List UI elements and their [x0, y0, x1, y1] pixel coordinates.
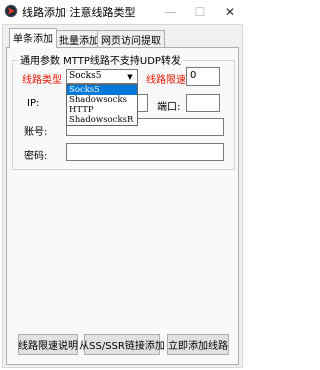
add-now-button[interactable]: 立即添加线路	[167, 334, 229, 355]
account-label: 账号:	[24, 127, 48, 138]
password-label: 密码:	[24, 151, 48, 162]
app-icon	[4, 4, 18, 18]
tab-batch-add[interactable]: 批量添加	[55, 30, 103, 47]
ip-label: IP:	[27, 98, 40, 109]
password-field[interactable]	[66, 143, 224, 161]
line-type-label: 线路类型	[22, 75, 62, 86]
maximize-icon[interactable]: ☐	[185, 0, 215, 24]
close-icon[interactable]: ✕	[215, 0, 245, 24]
line-type-value: Socks5	[69, 71, 102, 81]
limit-help-button[interactable]: 线路限速说明	[18, 334, 78, 355]
limit-label: 线路限速	[146, 75, 186, 86]
group-title: 通用参数 MTTP线路不支持UDP转发	[18, 52, 183, 67]
dropdown-option-socks5[interactable]: Socks5	[67, 85, 137, 95]
window-title: 线路添加 注意线路类型	[22, 6, 136, 19]
dropdown-option-http[interactable]: HTTP	[67, 105, 137, 115]
add-from-link-button[interactable]: 从SS/SSR链接添加	[79, 334, 165, 355]
minimize-icon[interactable]: —	[155, 0, 185, 24]
title-bar: 线路添加 注意线路类型 — ☐ ✕	[0, 0, 245, 24]
port-field[interactable]	[186, 94, 220, 112]
tab-web-extract[interactable]: 网页访问提取	[97, 30, 165, 47]
limit-field[interactable]: 0	[186, 67, 220, 86]
chevron-down-icon[interactable]: ▼	[124, 71, 136, 82]
dropdown-option-shadowsocks[interactable]: Shadowsocks	[67, 95, 137, 105]
ip-field[interactable]	[138, 94, 148, 112]
tab-single-add[interactable]: 单条添加	[9, 28, 57, 48]
port-label: 端口:	[157, 102, 181, 113]
line-type-select[interactable]: Socks5 ▼	[66, 69, 138, 84]
dropdown-option-shadowsocksr[interactable]: ShadowsocksR	[67, 115, 137, 125]
line-type-dropdown[interactable]: Socks5 Shadowsocks HTTP ShadowsocksR	[66, 84, 138, 126]
